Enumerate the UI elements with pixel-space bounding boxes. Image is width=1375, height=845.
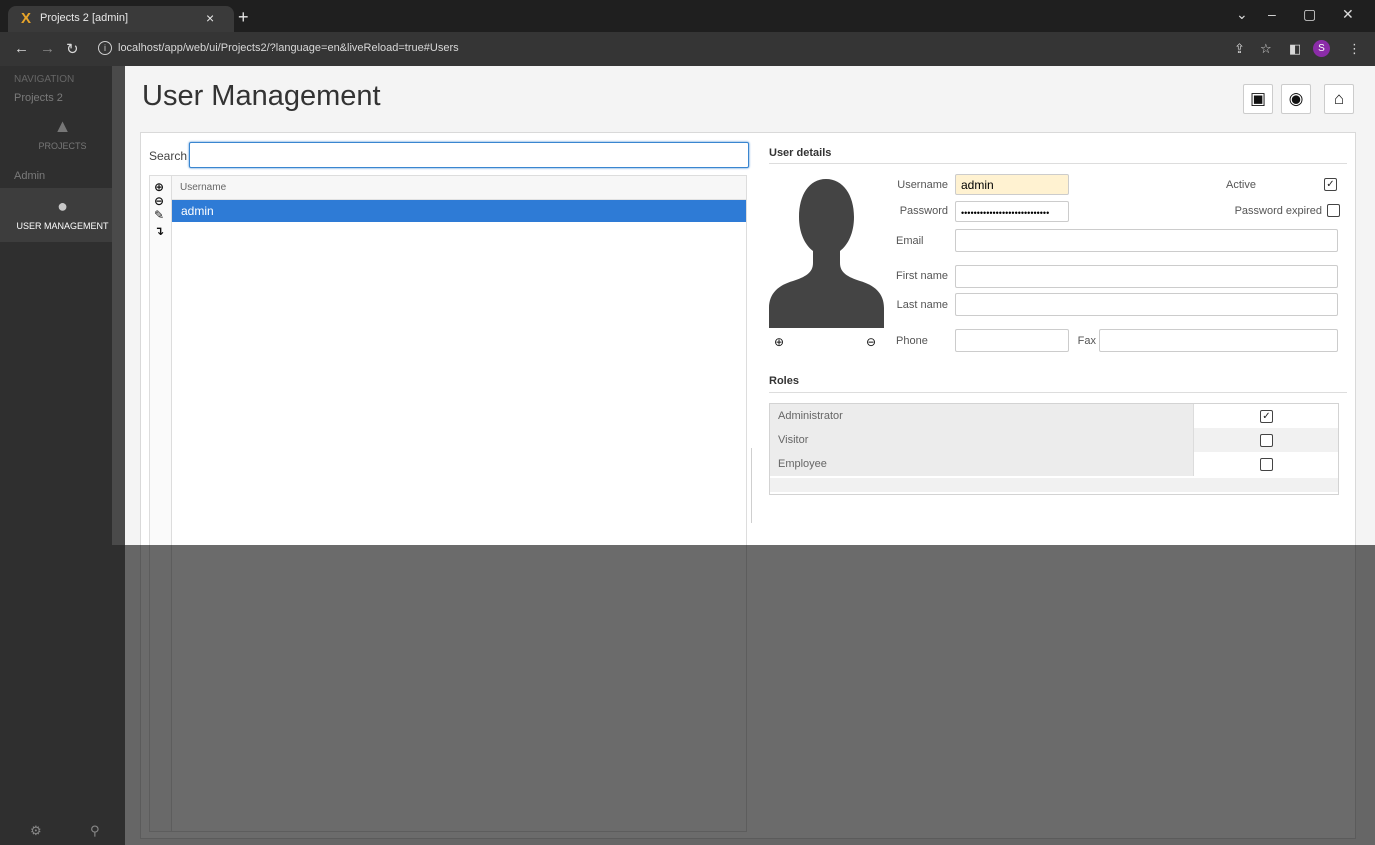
grid-header: Username — [172, 176, 746, 200]
sidebar-item-user-management[interactable]: ● USER MANAGEMENT — [0, 188, 125, 242]
home-button[interactable]: ⌂ — [1324, 84, 1354, 114]
browser-menu-icon[interactable]: ⋮ — [1348, 41, 1361, 57]
close-window-icon[interactable]: ✕ — [1342, 6, 1354, 23]
email-field[interactable] — [955, 229, 1338, 252]
road-icon: ▲ — [53, 116, 72, 136]
sidebar-footer: ⚙ ⚲ — [0, 817, 125, 845]
sidebar-project-name: Projects 2 — [14, 92, 63, 104]
site-info-icon[interactable]: i — [98, 41, 112, 55]
search-key-icon[interactable]: ⚲ — [90, 823, 100, 839]
restore-icon[interactable]: ▢ — [1303, 6, 1316, 23]
bookmark-star-icon[interactable]: ☆ — [1260, 41, 1272, 57]
roles-title: Roles — [769, 375, 799, 387]
phone-label: Phone — [896, 335, 928, 347]
add-user-icon[interactable]: ⊕ — [154, 180, 164, 194]
tab-search-icon[interactable]: ⌄ — [1236, 6, 1248, 23]
add-photo-icon[interactable]: ⊕ — [774, 335, 784, 349]
role-employee-checkbox[interactable] — [1260, 458, 1273, 471]
sidebar: NAVIGATION Projects 2 ▲ PROJECTS Admin ●… — [0, 66, 125, 845]
app: NAVIGATION Projects 2 ▲ PROJECTS Admin ●… — [0, 66, 1375, 845]
active-checkbox[interactable]: ✓ — [1324, 178, 1337, 191]
role-row-administrator[interactable]: Administrator ✓ — [770, 404, 1338, 428]
app-favicon-icon: X — [20, 10, 31, 27]
active-label: Active — [1226, 179, 1256, 191]
back-icon[interactable]: ← — [14, 40, 29, 57]
reload-page-icon[interactable]: ↻ — [66, 40, 79, 58]
role-row-employee[interactable]: Employee — [770, 452, 1338, 476]
username-field[interactable] — [955, 174, 1069, 195]
username-label: Username — [897, 179, 948, 191]
home-icon: ⌂ — [1333, 89, 1345, 108]
browser-tab[interactable]: X Projects 2 [admin] × — [8, 6, 234, 32]
last-name-label: Last name — [896, 299, 948, 311]
profile-avatar[interactable]: S — [1313, 40, 1330, 57]
first-name-label: First name — [896, 270, 948, 282]
user-details-title: User details — [769, 147, 832, 159]
divider — [769, 163, 1347, 164]
role-name-cell: Administrator — [770, 404, 1194, 428]
splitter[interactable] — [751, 448, 752, 523]
username-cell: admin — [181, 204, 214, 218]
fax-field[interactable] — [1099, 329, 1338, 352]
overlay-edge — [112, 66, 125, 545]
password-field[interactable] — [955, 201, 1069, 222]
sidebar-admin-header: Admin — [14, 170, 46, 182]
save-button[interactable]: ▣ — [1243, 84, 1273, 114]
role-name: Administrator — [778, 410, 843, 422]
avatar-silhouette — [769, 179, 884, 328]
fax-label: Fax — [1077, 335, 1096, 347]
roles-table: Administrator ✓ Visitor Employee — [769, 403, 1339, 495]
sidebar-navigation-header: NAVIGATION — [14, 74, 75, 85]
reload-icon: ◉ — [1288, 89, 1304, 108]
role-row-visitor[interactable]: Visitor — [770, 428, 1338, 452]
user-icon: ● — [57, 196, 68, 216]
role-row-empty — [770, 478, 1338, 492]
remove-user-icon[interactable]: ⊖ — [154, 194, 164, 208]
share-icon[interactable]: ⇪ — [1234, 41, 1245, 57]
divider — [769, 392, 1347, 393]
table-row[interactable]: admin — [172, 200, 746, 222]
password-label: Password — [899, 205, 948, 217]
side-panel-icon[interactable]: ◧ — [1289, 41, 1301, 57]
password-expired-label: Password expired — [1234, 205, 1322, 217]
column-username[interactable]: Username — [180, 182, 226, 193]
tab-close-icon[interactable]: × — [206, 10, 214, 26]
settings-gear-icon[interactable]: ⚙ — [30, 823, 42, 839]
sidebar-item-label: PROJECTS — [38, 141, 87, 151]
password-expired-checkbox[interactable] — [1327, 204, 1340, 217]
save-icon: ▣ — [1249, 89, 1267, 108]
modal-overlay — [125, 545, 1375, 845]
role-name: Visitor — [778, 434, 809, 446]
sidebar-item-projects[interactable]: ▲ PROJECTS — [0, 116, 125, 162]
search-label: Search — [149, 149, 188, 163]
role-name: Employee — [778, 458, 827, 470]
import-icon[interactable]: ↴ — [154, 224, 164, 238]
reload-button[interactable]: ◉ — [1281, 84, 1311, 114]
remove-photo-icon[interactable]: ⊖ — [866, 335, 876, 349]
role-visitor-checkbox[interactable] — [1260, 434, 1273, 447]
page-title: User Management — [142, 80, 381, 112]
search-input[interactable] — [189, 142, 749, 168]
forward-icon[interactable]: → — [40, 40, 55, 57]
role-administrator-checkbox[interactable]: ✓ — [1260, 410, 1273, 423]
sidebar-item-label: USER MANAGEMENT — [16, 221, 109, 231]
role-name-cell: Visitor — [770, 428, 1194, 452]
new-tab-icon[interactable]: + — [238, 7, 249, 28]
tab-title: Projects 2 [admin] — [40, 12, 129, 24]
role-name-cell: Employee — [770, 452, 1194, 476]
edit-user-icon[interactable]: ✎ — [154, 208, 164, 222]
minimize-icon[interactable]: – — [1268, 6, 1276, 22]
phone-field[interactable] — [955, 329, 1069, 352]
browser-tabstrip: X Projects 2 [admin] × + ⌄ – ▢ ✕ — [0, 0, 1375, 32]
email-label: Email — [896, 235, 924, 247]
last-name-field[interactable] — [955, 293, 1338, 316]
first-name-field[interactable] — [955, 265, 1338, 288]
address-bar: ← → ↻ i localhost/app/web/ui/Projects2/?… — [0, 32, 1375, 66]
url-field[interactable]: localhost/app/web/ui/Projects2/?language… — [118, 42, 459, 54]
